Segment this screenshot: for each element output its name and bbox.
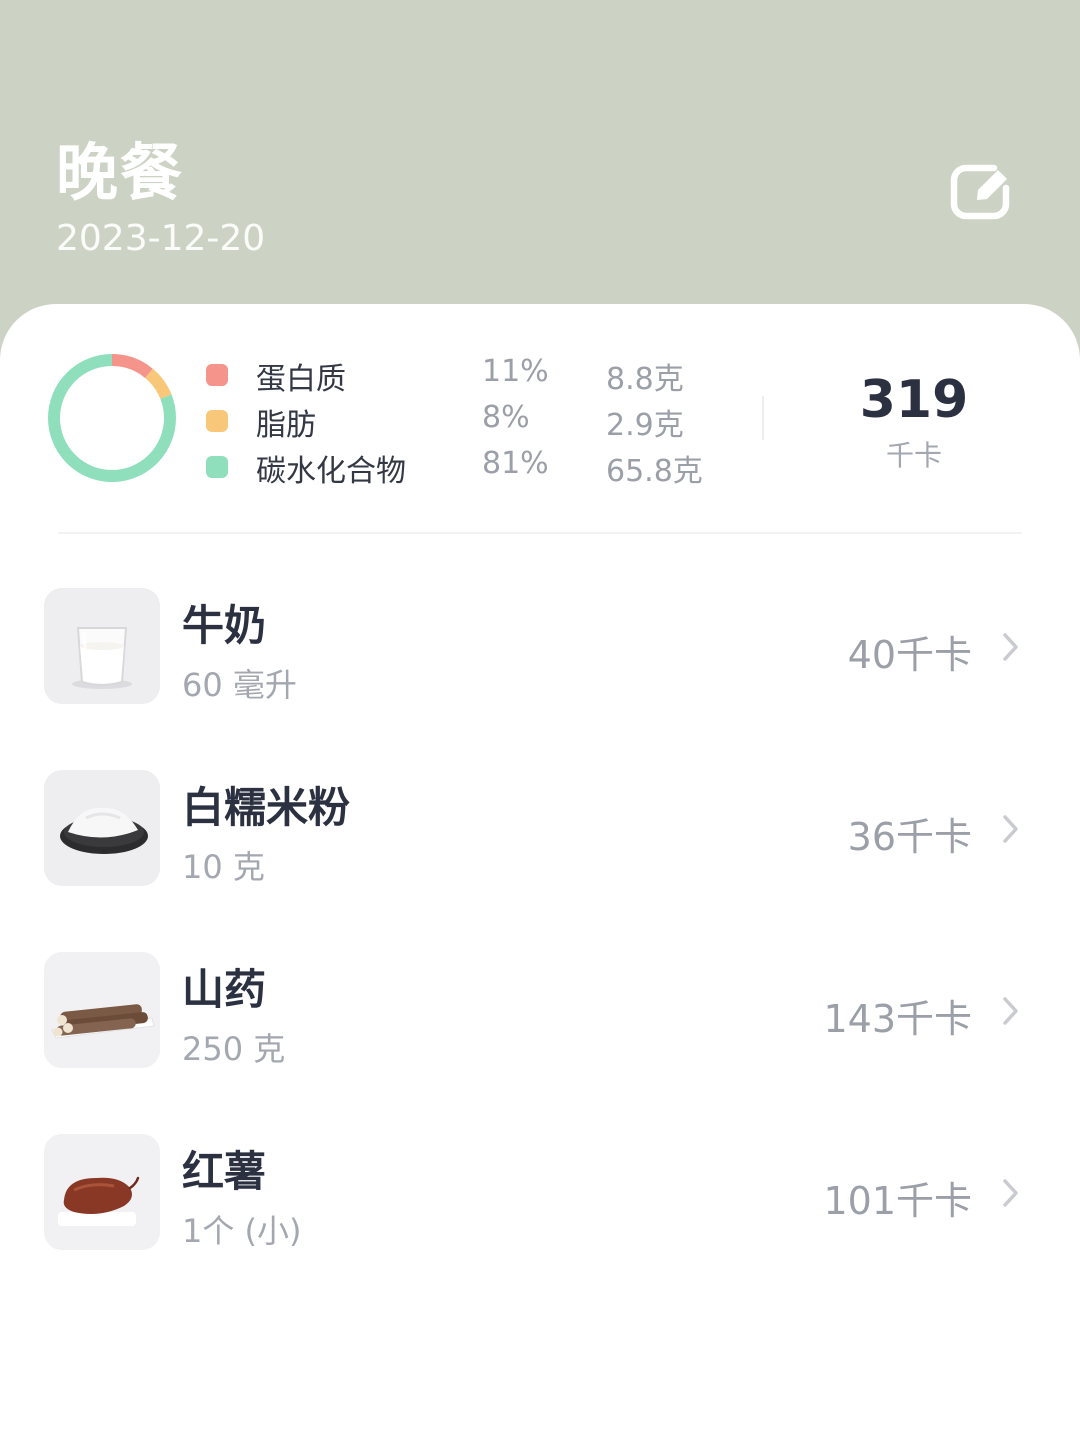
macro-name: 蛋白质: [256, 362, 346, 397]
meal-title: 晚餐: [56, 136, 185, 209]
macro-name: 碳水化合物: [256, 454, 406, 489]
edit-icon: [950, 164, 1010, 220]
chevron-right-icon: [1003, 633, 1018, 661]
summary-divider: [762, 396, 764, 440]
food-amount: 60 毫升: [182, 666, 297, 704]
rice-flour-icon: [44, 770, 160, 886]
header: 晚餐 2023-12-20: [0, 0, 1080, 320]
macro-amount: 65.8克: [606, 454, 703, 489]
food-item-sweet-potato[interactable]: 红薯 1个 (小) 101千卡: [0, 1134, 1080, 1252]
macro-percent: 8%: [482, 400, 530, 435]
macro-row-fat: 脂肪 8% 2.9克: [0, 400, 760, 443]
meal-date: 2023-12-20: [56, 218, 266, 259]
food-thumbnail: [44, 588, 160, 704]
food-item-yam[interactable]: 山药 250 克 143千卡: [0, 952, 1080, 1070]
food-thumbnail: [44, 1134, 160, 1250]
food-amount: 1个 (小): [182, 1212, 302, 1250]
food-amount: 10 克: [182, 848, 265, 886]
total-calories: 319: [859, 370, 969, 430]
food-name: 白糯米粉: [182, 783, 351, 832]
food-calories: 143千卡: [823, 997, 972, 1041]
food-thumbnail: [44, 952, 160, 1068]
food-name: 红薯: [182, 1147, 267, 1196]
macro-amount: 8.8克: [606, 362, 684, 397]
food-name: 牛奶: [182, 601, 267, 650]
carbs-dot: [206, 456, 228, 478]
total-calories-unit: 千卡: [885, 439, 942, 472]
food-amount: 250 克: [182, 1030, 286, 1068]
nutrition-summary: 蛋白质 11% 8.8克 脂肪 8% 2.9克 碳水化合物 81% 65.8克 …: [0, 304, 1080, 532]
protein-dot: [206, 364, 228, 386]
food-calories: 40千卡: [847, 633, 972, 677]
food-name: 山药: [182, 965, 267, 1014]
fat-dot: [206, 410, 228, 432]
macro-percent: 11%: [482, 354, 549, 389]
macro-percent: 81%: [482, 446, 549, 481]
food-thumbnail: [44, 770, 160, 886]
food-calories: 36千卡: [847, 815, 972, 859]
sweet-potato-icon: [44, 1134, 160, 1250]
macro-name: 脂肪: [256, 408, 316, 443]
macro-row-carbs: 碳水化合物 81% 65.8克: [0, 446, 760, 489]
food-calories: 101千卡: [823, 1179, 972, 1223]
section-divider: [58, 532, 1022, 534]
macro-row-protein: 蛋白质 11% 8.8克: [0, 354, 760, 397]
food-item-rice-flour[interactable]: 白糯米粉 10 克 36千卡: [0, 770, 1080, 888]
milk-glass-icon: [44, 588, 160, 704]
yam-icon: [44, 952, 160, 1068]
chevron-right-icon: [1003, 1179, 1018, 1207]
chevron-right-icon: [1003, 815, 1018, 843]
edit-button[interactable]: [948, 158, 1014, 224]
macro-amount: 2.9克: [606, 408, 684, 443]
chevron-right-icon: [1003, 997, 1018, 1025]
food-item-milk[interactable]: 牛奶 60 毫升 40千卡: [0, 588, 1080, 706]
meal-card: 蛋白质 11% 8.8克 脂肪 8% 2.9克 碳水化合物 81% 65.8克 …: [0, 304, 1080, 1440]
